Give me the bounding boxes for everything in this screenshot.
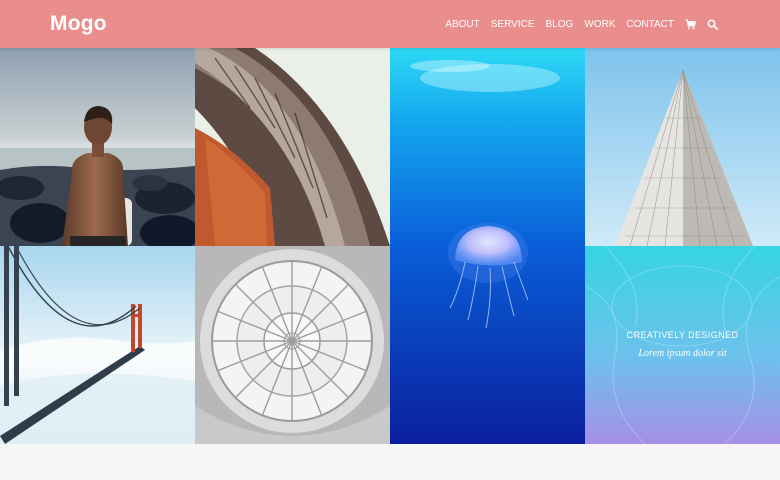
nav-service[interactable]: SERVICE (491, 19, 535, 30)
main-nav: ABOUT SERVICE BLOG WORK CONTACT (434, 19, 718, 30)
logo[interactable]: Mogo (50, 12, 107, 36)
curved-architecture-photo[interactable] (195, 48, 390, 246)
overlay-title: CREATIVELY DESIGNED (626, 330, 739, 340)
nav-contact[interactable]: CONTACT (626, 19, 674, 30)
creative-overlay-tile[interactable]: CREATIVELY DESIGNED Lorem ipsum dolor si… (585, 246, 780, 444)
nav-blog[interactable]: BLOG (546, 19, 574, 30)
cart-icon[interactable] (685, 18, 696, 30)
dome-ceiling-photo[interactable] (195, 246, 390, 444)
man-at-shore-photo[interactable] (0, 48, 195, 246)
bridge-in-fog-photo[interactable] (0, 246, 195, 444)
search-icon[interactable] (707, 19, 718, 30)
site-header: Mogo ABOUT SERVICE BLOG WORK CONTACT (0, 0, 780, 48)
nav-work[interactable]: WORK (584, 19, 615, 30)
overlay-subtitle: Lorem ipsum dolor sit (638, 348, 727, 359)
page-bottom-strip (0, 444, 780, 480)
jellyfish-underwater-photo[interactable] (390, 48, 585, 444)
skyscraper-photo[interactable] (585, 48, 780, 246)
image-gallery: CREATIVELY DESIGNED Lorem ipsum dolor si… (0, 48, 780, 444)
page: Mogo ABOUT SERVICE BLOG WORK CONTACT CRE… (0, 0, 780, 480)
nav-about[interactable]: ABOUT (445, 19, 479, 30)
